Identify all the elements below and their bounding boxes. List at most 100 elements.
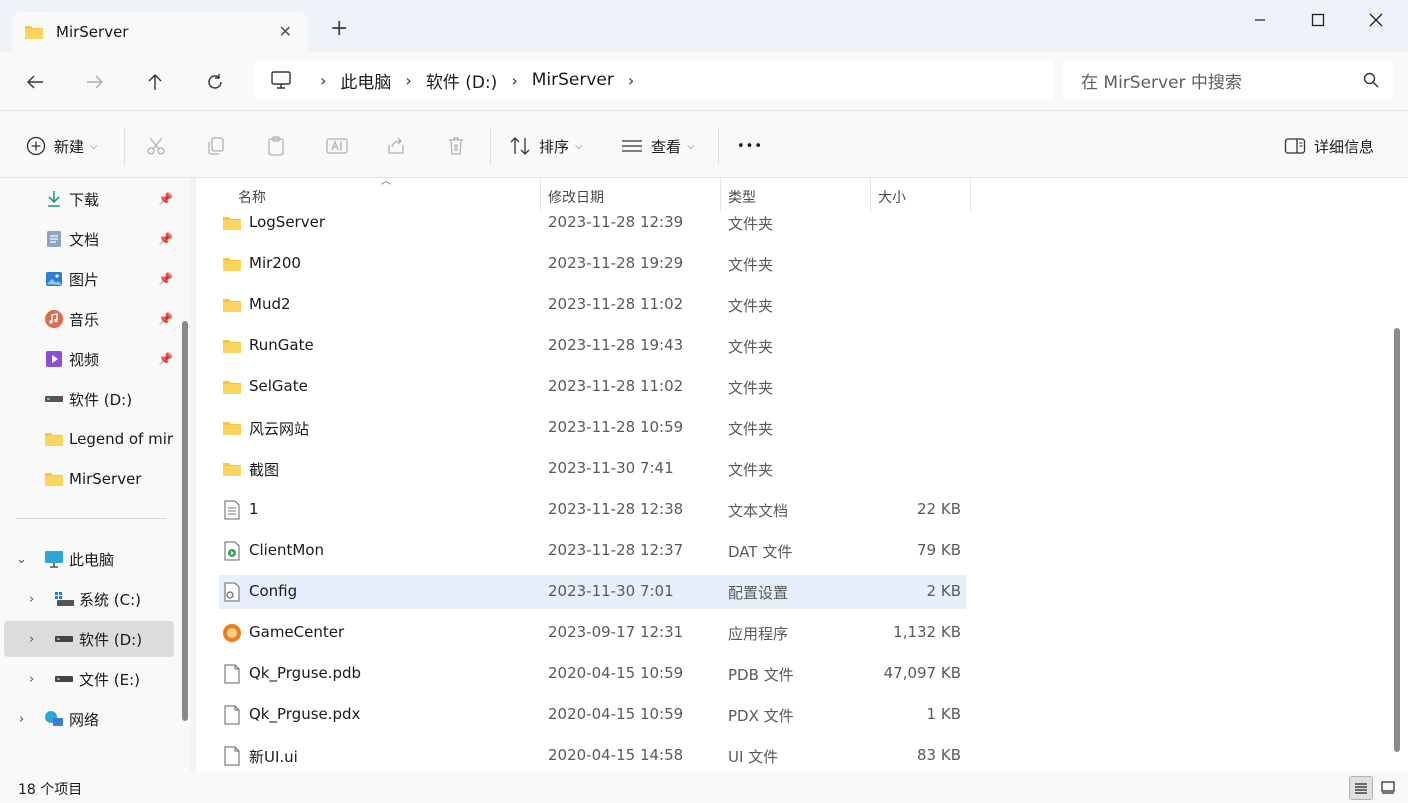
file-row[interactable]: Config 2023-11-30 7:01 配置设置 2 KB bbox=[219, 575, 966, 609]
sort-ascending-icon: ︿ bbox=[381, 176, 391, 187]
chevron-right-icon: › bbox=[405, 70, 412, 90]
chevron-right-icon[interactable]: › bbox=[29, 632, 34, 647]
back-button[interactable] bbox=[19, 66, 51, 98]
close-tab-icon[interactable]: ✕ bbox=[279, 22, 292, 41]
view-button[interactable]: 查看 ⌵ bbox=[621, 133, 695, 159]
arrow-right-icon bbox=[87, 75, 103, 89]
refresh-button[interactable] bbox=[199, 66, 231, 98]
sidebar-item-drive-e[interactable]: › 文件 (E:) bbox=[4, 661, 174, 697]
file-row[interactable]: 截图 2023-11-30 7:41 文件夹 bbox=[219, 452, 966, 486]
videos-icon bbox=[44, 349, 64, 369]
forward-button[interactable] bbox=[79, 66, 111, 98]
up-button[interactable] bbox=[139, 66, 171, 98]
scissors-icon bbox=[147, 137, 165, 155]
media-file-icon bbox=[222, 541, 242, 561]
sidebar-item-label: 下载 bbox=[69, 190, 100, 209]
tiles-view-button[interactable] bbox=[1376, 776, 1400, 800]
file-name: RunGate bbox=[249, 336, 314, 354]
rename-button[interactable] bbox=[326, 133, 348, 159]
file-row[interactable]: ClientMon 2023-11-28 12:37 DAT 文件 79 KB bbox=[219, 534, 966, 568]
sidebar-scrollbar[interactable] bbox=[182, 321, 188, 721]
sidebar-item-this-pc[interactable]: ⌄ 此电脑 bbox=[4, 541, 174, 577]
new-tab-button[interactable]: + bbox=[330, 18, 348, 40]
breadcrumb-mirserver[interactable]: MirServer bbox=[532, 70, 614, 90]
sidebar-item-downloads[interactable]: 下载 📌 bbox=[4, 181, 174, 217]
chevron-right-icon[interactable]: › bbox=[628, 71, 634, 90]
maximize-button[interactable] bbox=[1289, 0, 1347, 40]
search-placeholder: 在 MirServer 中搜索 bbox=[1081, 72, 1242, 93]
details-pane-button[interactable]: 详细信息 bbox=[1284, 133, 1374, 159]
file-row[interactable]: LogServer 2023-11-28 12:39 文件夹 bbox=[219, 206, 966, 240]
sidebar-item-music[interactable]: 音乐 📌 bbox=[4, 301, 174, 337]
file-row[interactable]: Qk_Prguse.pdb 2020-04-15 10:59 PDB 文件 47,09… bbox=[219, 657, 966, 691]
file-name: ClientMon bbox=[249, 541, 325, 559]
column-divider[interactable] bbox=[970, 178, 971, 212]
cut-button[interactable] bbox=[146, 133, 166, 159]
file-type: 文本文档 bbox=[728, 502, 789, 520]
maximize-icon bbox=[1311, 13, 1325, 27]
column-header-date[interactable]: 修改日期 bbox=[548, 187, 604, 207]
text-file-icon bbox=[222, 500, 242, 520]
delete-button[interactable] bbox=[446, 133, 466, 159]
clipboard-icon bbox=[268, 136, 284, 156]
sidebar-item-label: 视频 bbox=[69, 350, 100, 369]
file-icon bbox=[222, 746, 242, 766]
column-header-type[interactable]: 类型 bbox=[728, 187, 756, 207]
file-row[interactable]: Qk_Prguse.pdx 2020-04-15 10:59 PDX 文件 1 KB bbox=[219, 698, 966, 732]
file-row[interactable]: SelGate 2023-11-28 11:02 文件夹 bbox=[219, 370, 966, 404]
sidebar-item-pictures[interactable]: 图片 📌 bbox=[4, 261, 174, 297]
sidebar-item-videos[interactable]: 视频 📌 bbox=[4, 341, 174, 377]
vertical-scrollbar[interactable] bbox=[1394, 328, 1400, 752]
file-row[interactable]: 风云网站 2023-11-28 10:59 文件夹 bbox=[219, 411, 966, 445]
drive-icon bbox=[54, 629, 74, 649]
breadcrumb-this-pc[interactable]: 此电脑 bbox=[340, 68, 391, 93]
copy-button[interactable] bbox=[206, 133, 226, 159]
file-row[interactable]: Mud2 2023-11-28 11:02 文件夹 bbox=[219, 288, 966, 322]
column-header-size[interactable]: 大小 bbox=[878, 187, 906, 207]
address-bar[interactable]: › 此电脑 › 软件 (D:) › MirServer › bbox=[254, 60, 1054, 100]
navigation-bar: › 此电脑 › 软件 (D:) › MirServer › 在 MirServe… bbox=[0, 52, 1408, 110]
sidebar-item-network[interactable]: › 网络 bbox=[4, 701, 174, 737]
chevron-down-icon: ⌵ bbox=[575, 140, 583, 152]
sidebar-item-drive-c[interactable]: › 系统 (C:) bbox=[4, 581, 174, 617]
sidebar-item-mirserver[interactable]: MirServer bbox=[4, 461, 174, 497]
new-label: 新建 bbox=[54, 137, 85, 156]
file-row[interactable]: Mir200 2023-11-28 19:29 文件夹 bbox=[219, 247, 966, 281]
sort-button[interactable]: 排序 ⌵ bbox=[509, 133, 583, 159]
file-modified-date: 2023-11-30 7:41 bbox=[548, 459, 674, 477]
close-window-button[interactable] bbox=[1347, 0, 1405, 40]
toolbar-divider bbox=[124, 127, 125, 165]
file-icon bbox=[222, 664, 242, 684]
chevron-right-icon[interactable]: › bbox=[19, 712, 24, 727]
folder-icon bbox=[222, 213, 242, 233]
chevron-right-icon[interactable]: › bbox=[29, 672, 34, 687]
file-type: 文件夹 bbox=[728, 379, 774, 397]
breadcrumb-drive-d[interactable]: 软件 (D:) bbox=[426, 68, 498, 93]
sidebar-item-documents[interactable]: 文档 📌 bbox=[4, 221, 174, 257]
file-row[interactable]: 新UI.ui 2020-04-15 14:58 UI 文件 83 KB bbox=[219, 739, 966, 773]
paste-button[interactable] bbox=[266, 133, 286, 159]
file-modified-date: 2023-11-28 11:02 bbox=[548, 295, 684, 313]
share-button[interactable] bbox=[386, 133, 406, 159]
search-input[interactable]: 在 MirServer 中搜索 bbox=[1063, 60, 1393, 100]
more-options-button[interactable]: ••• bbox=[737, 133, 763, 159]
folder-icon bbox=[222, 459, 242, 479]
sidebar-item-legend-of-mir[interactable]: Legend of mir bbox=[4, 421, 174, 457]
chevron-down-icon[interactable]: ⌄ bbox=[16, 552, 27, 567]
file-name: LogServer bbox=[249, 213, 325, 231]
file-name: SelGate bbox=[249, 377, 308, 395]
sidebar-divider bbox=[16, 518, 166, 519]
minimize-button[interactable] bbox=[1231, 0, 1289, 40]
file-icon bbox=[222, 705, 242, 725]
new-button[interactable]: 新建 ⌵ bbox=[26, 133, 98, 159]
chevron-right-icon[interactable]: › bbox=[29, 592, 34, 607]
file-row[interactable]: 1 2023-11-28 12:38 文本文档 22 KB bbox=[219, 493, 966, 527]
file-row[interactable]: GameCenter 2023-09-17 12:31 应用程序 1,132 KB bbox=[219, 616, 966, 650]
details-view-button[interactable] bbox=[1349, 776, 1373, 800]
column-header-name[interactable]: 名称 bbox=[238, 187, 266, 207]
file-size: 1,132 KB bbox=[893, 623, 961, 641]
sidebar-item-drive-d[interactable]: 软件 (D:) bbox=[4, 381, 174, 417]
sidebar-item-drive-d[interactable]: › 软件 (D:) bbox=[4, 621, 174, 657]
file-row[interactable]: RunGate 2023-11-28 19:43 文件夹 bbox=[219, 329, 966, 363]
tab-mirserver[interactable]: MirServer ✕ bbox=[12, 12, 308, 52]
